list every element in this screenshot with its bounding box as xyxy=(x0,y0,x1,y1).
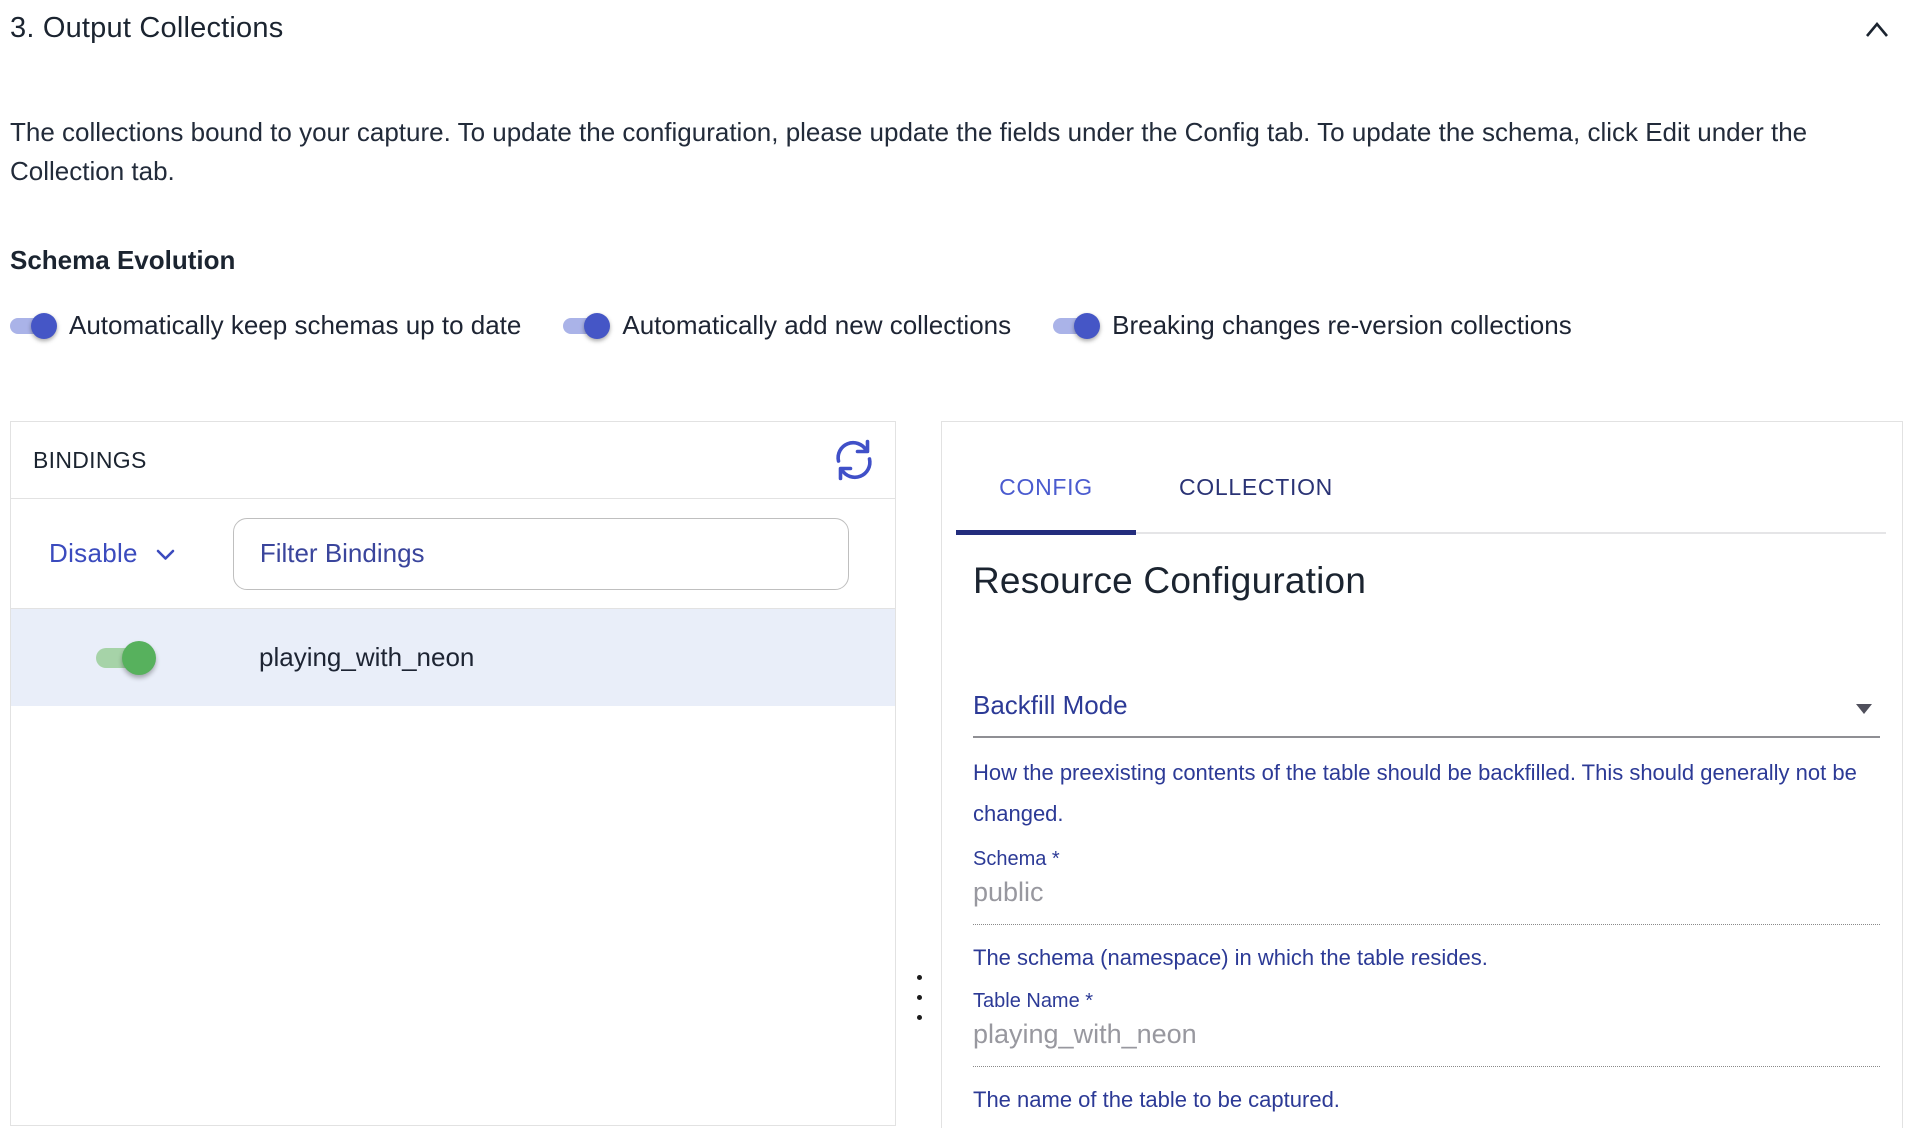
disable-dropdown-button[interactable]: Disable xyxy=(49,538,175,569)
toggle-breaking-changes: Breaking changes re-version collections xyxy=(1053,310,1572,341)
backfill-mode-description: How the preexisting contents of the tabl… xyxy=(973,752,1880,834)
filter-bindings-input[interactable] xyxy=(233,518,849,590)
binding-row[interactable]: playing_with_neon xyxy=(11,609,895,706)
binding-enabled-toggle[interactable] xyxy=(96,641,156,675)
toggle-switch[interactable] xyxy=(10,313,57,339)
bindings-filter-row: Disable xyxy=(11,499,895,609)
bindings-panel: BINDINGS Disable xyxy=(10,421,896,1126)
section-description: The collections bound to your capture. T… xyxy=(10,113,1810,191)
toggle-label: Automatically add new collections xyxy=(622,310,1011,341)
toggle-keep-schemas: Automatically keep schemas up to date xyxy=(10,310,521,341)
refresh-bindings-button[interactable] xyxy=(831,436,877,484)
tab-collection[interactable]: COLLECTION xyxy=(1140,422,1372,532)
collapse-section-button[interactable] xyxy=(1858,14,1896,49)
schema-field-value: public xyxy=(973,877,1880,925)
config-tab-content: Resource Configuration Backfill Mode How… xyxy=(942,534,1902,1120)
table-name-field-label: Table Name * xyxy=(973,990,1880,1013)
backfill-mode-value: Backfill Mode xyxy=(973,690,1128,720)
schema-evolution-toggles: Automatically keep schemas up to date Au… xyxy=(10,310,1896,341)
chevron-down-icon xyxy=(156,549,175,561)
output-collections-section: 3. Output Collections The collections bo… xyxy=(0,0,1914,1128)
bindings-panel-header: BINDINGS xyxy=(11,422,895,499)
tab-config[interactable]: CONFIG xyxy=(956,422,1136,532)
resource-configuration-heading: Resource Configuration xyxy=(973,560,1880,602)
binding-name: playing_with_neon xyxy=(259,642,474,673)
table-name-field-value: playing_with_neon xyxy=(973,1019,1880,1067)
section-title: 3. Output Collections xyxy=(10,12,283,45)
schema-evolution-heading: Schema Evolution xyxy=(10,245,1896,276)
bindings-title: BINDINGS xyxy=(33,447,147,474)
details-panel: CONFIG COLLECTION Resource Configuration… xyxy=(941,421,1903,1128)
details-tabs: CONFIG COLLECTION xyxy=(956,422,1886,534)
schema-field-label: Schema * xyxy=(973,848,1880,871)
table-name-field-description: The name of the table to be captured. xyxy=(973,1079,1880,1120)
toggle-switch[interactable] xyxy=(563,313,610,339)
chevron-up-icon xyxy=(1862,30,1892,45)
active-tab-indicator xyxy=(956,530,1136,535)
refresh-icon xyxy=(833,470,875,485)
section-header: 3. Output Collections The collections bo… xyxy=(10,12,1896,341)
toggle-label: Breaking changes re-version collections xyxy=(1112,310,1572,341)
toggle-label: Automatically keep schemas up to date xyxy=(69,310,521,341)
schema-field-description: The schema (namespace) in which the tabl… xyxy=(973,937,1880,978)
toggle-switch[interactable] xyxy=(1053,313,1100,339)
backfill-mode-select[interactable]: Backfill Mode xyxy=(973,690,1880,738)
toggle-add-collections: Automatically add new collections xyxy=(563,310,1011,341)
panel-resize-handle[interactable] xyxy=(905,962,933,1032)
dropdown-arrow-icon xyxy=(1856,704,1872,714)
